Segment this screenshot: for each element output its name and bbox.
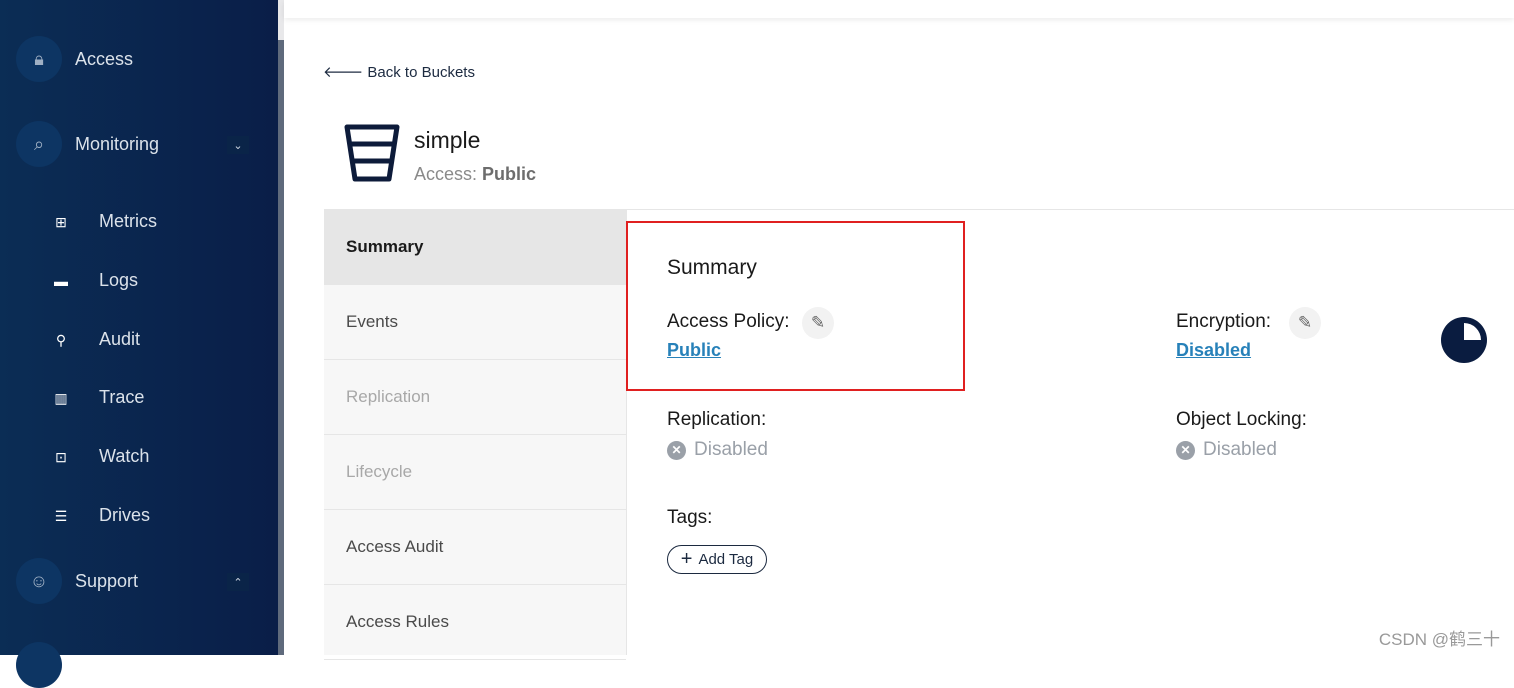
grid-icon: ⊞ bbox=[55, 213, 67, 230]
sidebar-item-watch[interactable]: ⊡ Watch bbox=[52, 446, 149, 467]
sidebar-item-audit[interactable]: ⚲ Audit bbox=[52, 329, 140, 350]
plus-icon: + bbox=[680, 548, 693, 570]
label: Watch bbox=[99, 446, 150, 466]
access-policy-link[interactable]: Public bbox=[667, 340, 721, 361]
access-policy-label: Access Policy: bbox=[667, 311, 790, 332]
value: Public bbox=[482, 164, 537, 184]
sidebar-item-trace[interactable]: ▥ Trace bbox=[52, 387, 144, 408]
top-bar bbox=[284, 0, 1514, 18]
encryption-label: Encryption: bbox=[1176, 311, 1272, 332]
encryption-link[interactable]: Disabled bbox=[1176, 340, 1251, 361]
label: Audit bbox=[99, 329, 141, 349]
summary-title: Summary bbox=[667, 256, 757, 279]
object-locking-label: Object Locking: bbox=[1176, 409, 1307, 430]
audit-icon: ⚲ bbox=[55, 331, 67, 348]
label: Monitoring bbox=[75, 133, 160, 154]
bucket-icon bbox=[344, 124, 400, 182]
arrow-left-icon: 🡐 bbox=[323, 64, 368, 81]
chevron-up-icon[interactable]: ⌃ bbox=[227, 573, 249, 591]
support-icon: ☺ bbox=[16, 558, 62, 604]
x-circle-icon: ✕ bbox=[1176, 440, 1195, 460]
label: Back to Buckets bbox=[367, 64, 475, 81]
label: Add Tag bbox=[698, 551, 754, 568]
watermark: CSDN @鹤三十 bbox=[1378, 630, 1500, 649]
sidebar-item-metrics[interactable]: ⊞ Metrics bbox=[52, 211, 157, 232]
chevron-down-icon[interactable]: ⌄ bbox=[227, 136, 249, 154]
tags-label: Tags: bbox=[667, 507, 713, 528]
edit-access-policy-icon[interactable]: ✎ bbox=[802, 307, 834, 339]
sidebar-item-drives[interactable]: ☰ Drives bbox=[52, 505, 150, 526]
edit-encryption-icon[interactable]: ✎ bbox=[1289, 307, 1321, 339]
bucket-access: Access: Public bbox=[414, 164, 536, 185]
value: Disabled bbox=[1203, 439, 1277, 460]
label: Access: bbox=[414, 164, 478, 184]
x-circle-icon: ✕ bbox=[667, 440, 686, 460]
bucket-name: simple bbox=[414, 127, 481, 153]
logs-icon: ▬ bbox=[54, 272, 68, 289]
replication-status: ✕ Disabled bbox=[667, 439, 768, 461]
sidebar-item-logs[interactable]: ▬ Logs bbox=[52, 270, 138, 291]
sidebar: 🔒︎ Access ⌕ Monitoring ⌄ ⊞ Metrics ▬ Logs ⚲ A… bbox=[0, 0, 278, 688]
value: Disabled bbox=[694, 439, 768, 460]
tab-access-audit[interactable]: Access Audit bbox=[324, 510, 626, 585]
tab-list: Summary Events Replication Lifecycle Acc… bbox=[324, 210, 627, 660]
label: Support bbox=[75, 570, 139, 591]
label: Access bbox=[75, 48, 134, 69]
tab-replication[interactable]: Replication bbox=[324, 360, 626, 435]
tab-events[interactable]: Events bbox=[324, 285, 626, 360]
label: Drives bbox=[99, 505, 151, 525]
replication-label: Replication: bbox=[667, 409, 767, 430]
object-locking-status: ✕ Disabled bbox=[1176, 439, 1277, 461]
add-tag-button[interactable]: + Add Tag bbox=[667, 545, 767, 574]
sidebar-item-monitoring[interactable]: ⌕ Monitoring bbox=[16, 121, 159, 167]
sidebar-item-support[interactable]: ☺ Support bbox=[16, 558, 138, 604]
back-to-buckets-link[interactable]: 🡐 Back to Buckets bbox=[323, 62, 475, 81]
sidebar-item-icon[interactable] bbox=[16, 642, 62, 688]
label: Trace bbox=[99, 387, 145, 407]
watch-icon: ⊡ bbox=[55, 448, 67, 465]
sidebar-item-access[interactable]: 🔒︎ Access bbox=[16, 36, 133, 82]
scrollbar[interactable] bbox=[278, 40, 284, 655]
usage-pie-icon bbox=[1441, 317, 1487, 363]
tab-summary[interactable]: Summary bbox=[324, 210, 626, 285]
trace-icon: ▥ bbox=[54, 389, 68, 406]
label: Logs bbox=[99, 270, 139, 290]
label: Metrics bbox=[99, 211, 157, 231]
tab-lifecycle[interactable]: Lifecycle bbox=[324, 435, 626, 510]
lock-icon: 🔒︎ bbox=[16, 36, 62, 82]
tab-access-rules[interactable]: Access Rules bbox=[324, 585, 626, 660]
highlight-box bbox=[626, 221, 965, 391]
drives-icon: ☰ bbox=[54, 507, 68, 524]
monitoring-icon: ⌕ bbox=[16, 121, 62, 167]
